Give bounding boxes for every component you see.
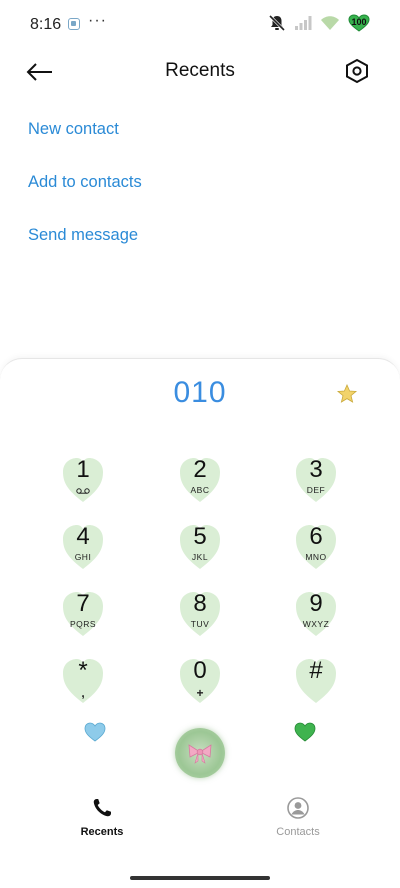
blue-heart-icon[interactable] [84, 722, 106, 742]
key-letters: + [196, 686, 204, 700]
key-digit: 1 [76, 456, 90, 483]
key-letters: GHI [74, 552, 92, 562]
status-time: 8:16 [30, 16, 62, 33]
more-notifications-icon: ··· [88, 12, 107, 29]
header: Recents [0, 48, 400, 96]
key-letters: , [81, 686, 85, 700]
key-digit: 3 [309, 456, 323, 483]
bow-icon [188, 744, 212, 764]
battery-heart-icon: 100 [348, 14, 370, 32]
person-circle-icon [287, 797, 309, 819]
key-1[interactable]: 1 [55, 452, 111, 508]
green-heart-icon[interactable] [294, 722, 316, 742]
star-icon[interactable] [336, 383, 358, 405]
phone-icon [93, 799, 111, 817]
status-icons: 100 [268, 14, 370, 32]
key-digit: 9 [309, 590, 323, 617]
battery-level: 100 [351, 17, 367, 27]
voicemail-icon [76, 488, 90, 494]
key-letters: PQRS [69, 619, 97, 629]
key-digit: # [309, 657, 323, 684]
key-digit: 2 [193, 456, 207, 483]
key-2[interactable]: 2 ABC [172, 452, 228, 508]
home-indicator[interactable] [130, 876, 270, 880]
new-contact-link[interactable]: New contact [28, 120, 119, 139]
send-message-link[interactable]: Send message [28, 226, 138, 245]
call-button[interactable] [175, 728, 225, 778]
key-letters: ABC [190, 485, 210, 495]
key-letters: DEF [306, 485, 326, 495]
mute-icon [268, 14, 286, 32]
key-digit: 7 [76, 590, 90, 617]
nav-recents[interactable]: Recents [52, 796, 152, 838]
key-digit: * [78, 657, 88, 684]
nav-contacts[interactable]: Contacts [248, 796, 348, 838]
nav-contacts-label: Contacts [276, 826, 320, 838]
key-letters: MNO [305, 552, 327, 562]
app-notification-icon [68, 18, 80, 30]
page-title: Recents [165, 60, 235, 81]
wifi-icon [321, 16, 339, 30]
hexagon-settings-icon[interactable] [344, 58, 370, 84]
key-star[interactable]: * , [55, 653, 111, 709]
key-5[interactable]: 5 JKL [172, 519, 228, 575]
key-digit: 6 [309, 523, 323, 550]
key-hash[interactable]: # [288, 653, 344, 709]
key-digit: 5 [193, 523, 207, 550]
key-6[interactable]: 6 MNO [288, 519, 344, 575]
key-0[interactable]: 0 + [172, 653, 228, 709]
key-7[interactable]: 7 PQRS [55, 586, 111, 642]
key-letters: TUV [190, 619, 210, 629]
key-3[interactable]: 3 DEF [288, 452, 344, 508]
status-bar: 8:16 ··· 100 [0, 0, 400, 48]
key-digit: 4 [76, 523, 90, 550]
key-digit: 0 [193, 657, 207, 684]
signal-icon [295, 16, 312, 30]
key-8[interactable]: 8 TUV [172, 586, 228, 642]
add-to-contacts-link[interactable]: Add to contacts [28, 173, 142, 192]
key-letters: WXYZ [302, 619, 330, 629]
key-letters: JKL [191, 552, 209, 562]
nav-recents-label: Recents [80, 826, 124, 838]
key-4[interactable]: 4 GHI [55, 519, 111, 575]
key-9[interactable]: 9 WXYZ [288, 586, 344, 642]
key-digit: 8 [193, 590, 207, 617]
